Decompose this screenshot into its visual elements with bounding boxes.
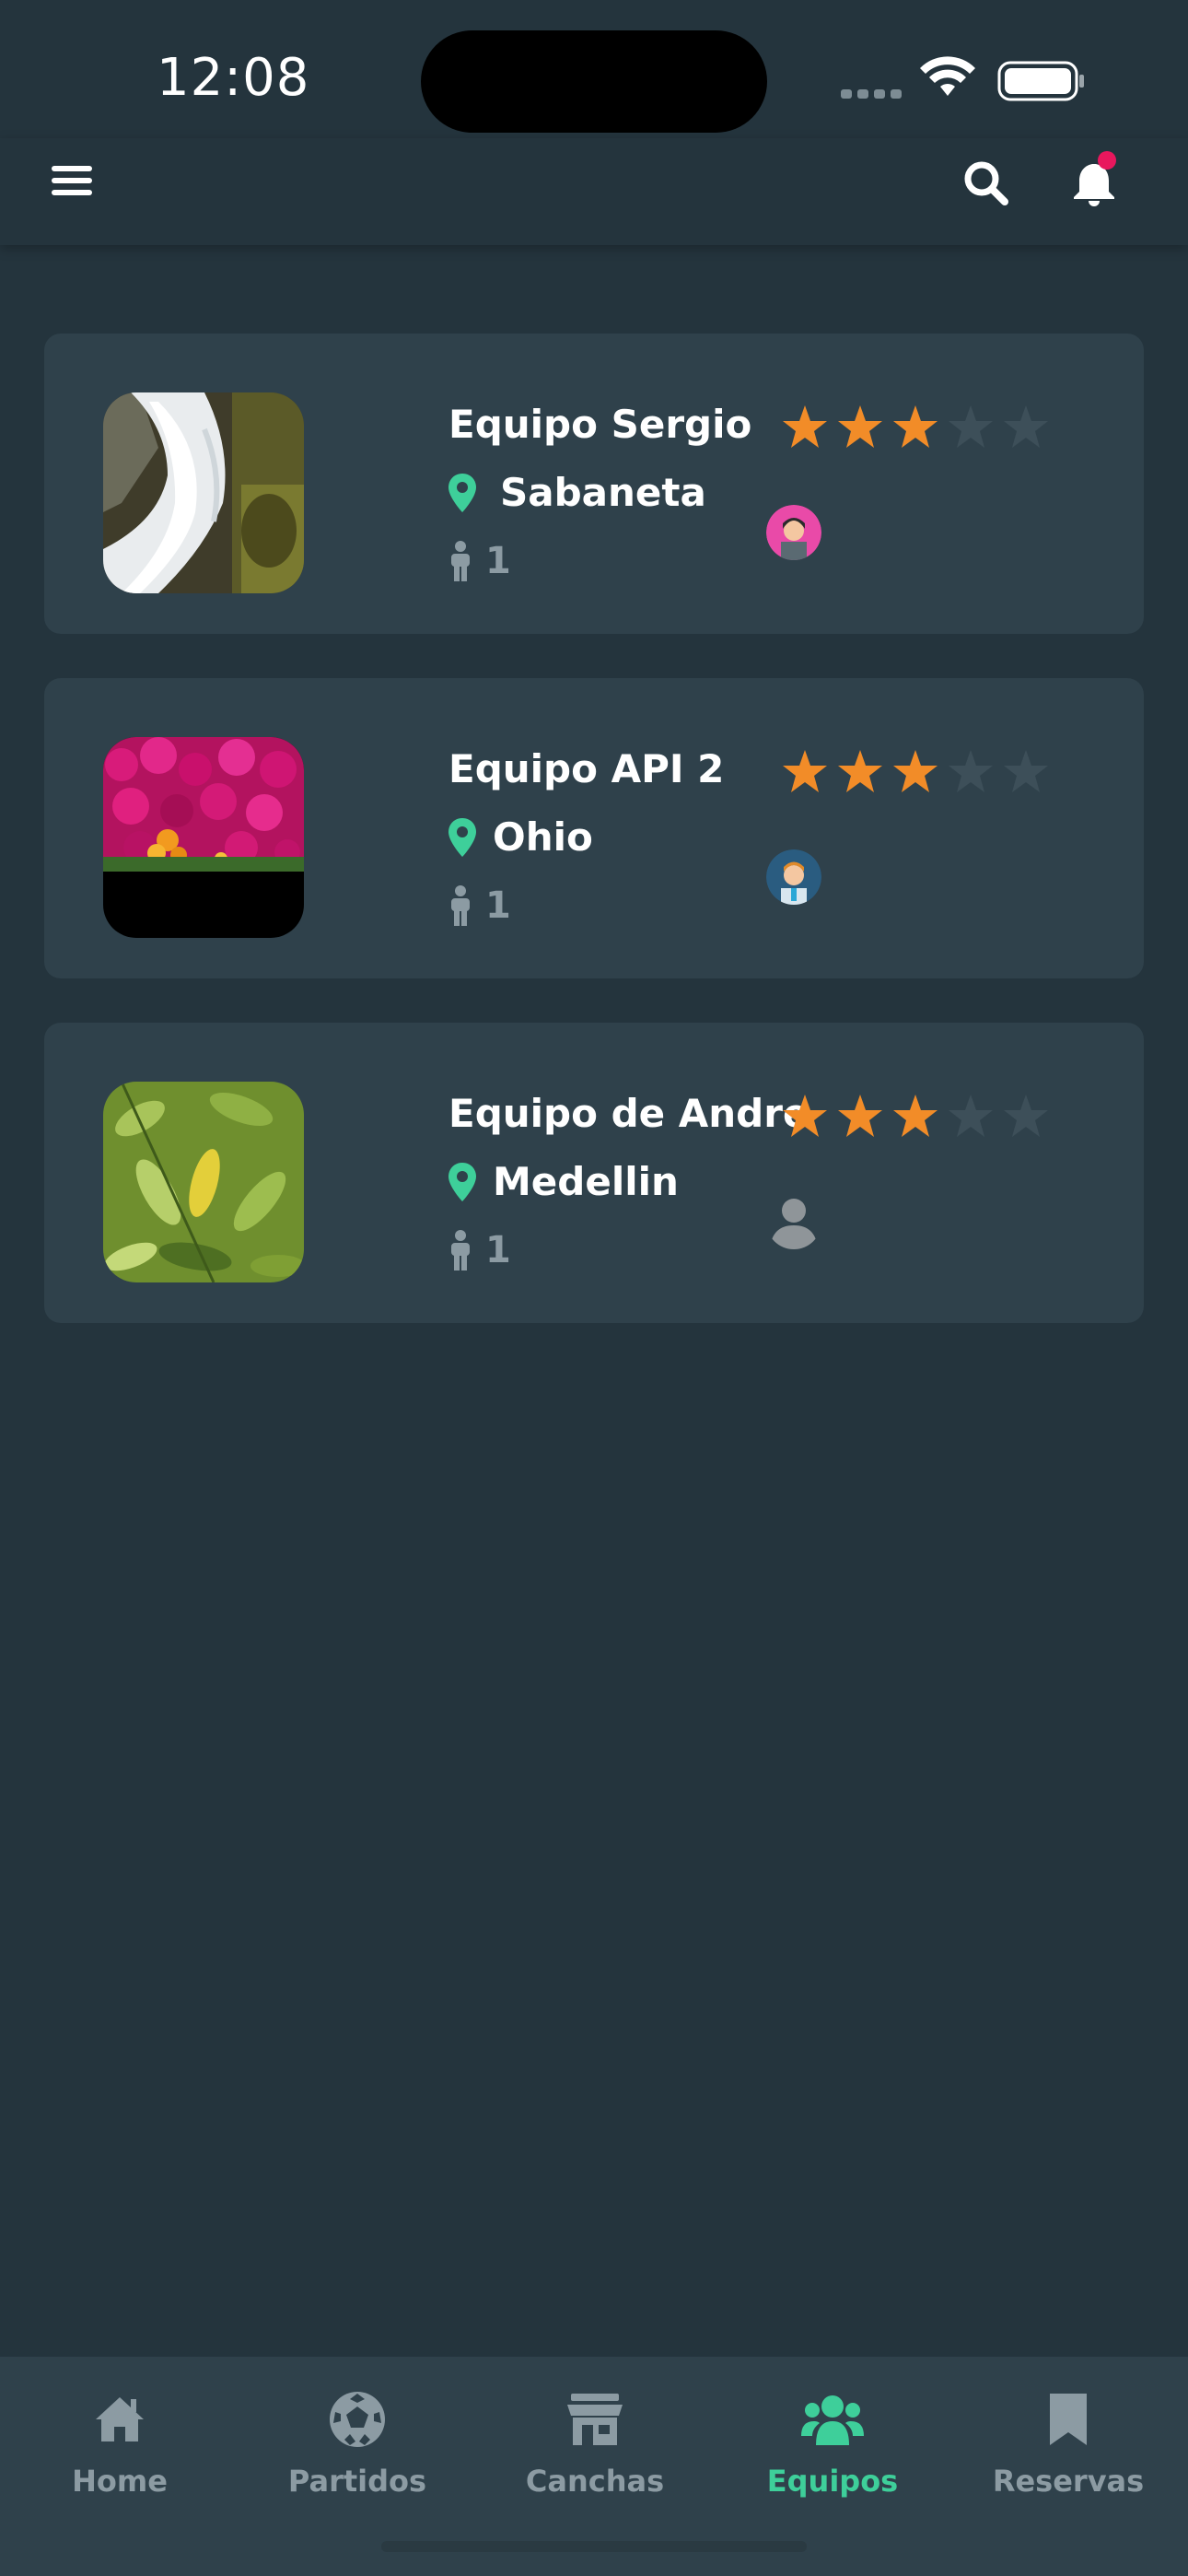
nav-label: Canchas (525, 2464, 665, 2499)
wifi-icon (920, 56, 975, 96)
app-header (0, 138, 1188, 245)
home-icon (96, 2397, 144, 2441)
member-avatar-placeholder[interactable] (766, 1194, 821, 1249)
nav-label: Partidos (287, 2464, 427, 2499)
star-filled-icon (838, 405, 882, 448)
team-photo (103, 737, 304, 938)
nav-item-canchas[interactable]: Canchas (489, 2390, 701, 2499)
team-name: Equipo Sergio (448, 402, 752, 447)
star-filled-icon (893, 405, 938, 448)
location-label: Ohio (493, 814, 593, 860)
star-filled-icon (783, 1095, 827, 1137)
team-photo (103, 392, 304, 593)
team-card[interactable]: Equipo Sergio Sabaneta 1 (44, 334, 1144, 634)
store-icon (567, 2394, 623, 2445)
team-location: Ohio (448, 814, 593, 860)
star-empty-icon (1004, 750, 1048, 792)
battery-icon (997, 61, 1084, 101)
member-count: 1 (485, 884, 511, 927)
team-members: 1 (448, 884, 511, 927)
search-icon[interactable] (961, 158, 1009, 206)
location-pin-icon (448, 473, 476, 512)
nav-item-reservas[interactable]: Reservas (962, 2390, 1174, 2499)
hamburger-menu-icon[interactable] (52, 164, 92, 197)
team-card[interactable]: Equipo de Andre Medellin 1 (44, 1023, 1144, 1323)
team-location: Medellin (448, 1159, 679, 1204)
team-location: Sabaneta (448, 470, 706, 515)
location-pin-icon (448, 1162, 476, 1201)
star-filled-icon (838, 750, 882, 792)
nav-item-equipos[interactable]: Equipos (727, 2390, 938, 2499)
rating-stars (781, 1093, 1057, 1141)
star-filled-icon (893, 750, 938, 792)
member-avatar[interactable] (766, 849, 821, 905)
soccer-ball-icon (330, 2392, 385, 2447)
home-indicator (381, 2541, 807, 2552)
star-empty-icon (949, 1095, 993, 1137)
star-filled-icon (893, 1095, 938, 1137)
star-filled-icon (838, 1095, 882, 1137)
person-icon (451, 541, 470, 581)
star-filled-icon (783, 405, 827, 448)
status-bar: 12:08 (0, 0, 1188, 138)
team-list: Equipo Sergio Sabaneta 1 Equipo API 2 Oh… (44, 334, 1144, 1367)
team-members: 1 (448, 1229, 511, 1271)
users-icon (801, 2395, 864, 2445)
location-pin-icon (448, 817, 476, 857)
nav-label: Home (72, 2464, 168, 2499)
location-label: Medellin (493, 1159, 679, 1204)
member-count: 1 (485, 540, 511, 582)
notification-dot (1098, 151, 1116, 170)
person-icon (451, 1230, 470, 1270)
team-name: Equipo API 2 (448, 746, 725, 791)
star-filled-icon (783, 750, 827, 792)
location-label: Sabaneta (500, 470, 706, 515)
star-empty-icon (1004, 405, 1048, 448)
status-time: 12:08 (157, 48, 310, 108)
rating-stars (781, 404, 1057, 451)
star-empty-icon (1004, 1095, 1048, 1137)
bookmark-icon (1050, 2394, 1087, 2445)
star-empty-icon (949, 750, 993, 792)
team-photo (103, 1082, 304, 1282)
team-card[interactable]: Equipo API 2 Ohio 1 (44, 678, 1144, 978)
rating-stars (781, 748, 1057, 796)
member-avatar[interactable] (766, 505, 821, 560)
team-name: Equipo de Andre (448, 1091, 809, 1136)
team-members: 1 (448, 540, 511, 582)
dynamic-island (421, 30, 767, 133)
nav-item-home[interactable]: Home (14, 2390, 226, 2499)
nav-item-partidos[interactable]: Partidos (251, 2390, 463, 2499)
notification-bell-icon[interactable] (1070, 149, 1122, 208)
nav-label: Equipos (766, 2464, 899, 2499)
nav-label: Reservas (992, 2464, 1145, 2499)
member-count: 1 (485, 1229, 511, 1271)
cellular-signal-icon (841, 85, 907, 102)
person-icon (451, 885, 470, 926)
star-empty-icon (949, 405, 993, 448)
